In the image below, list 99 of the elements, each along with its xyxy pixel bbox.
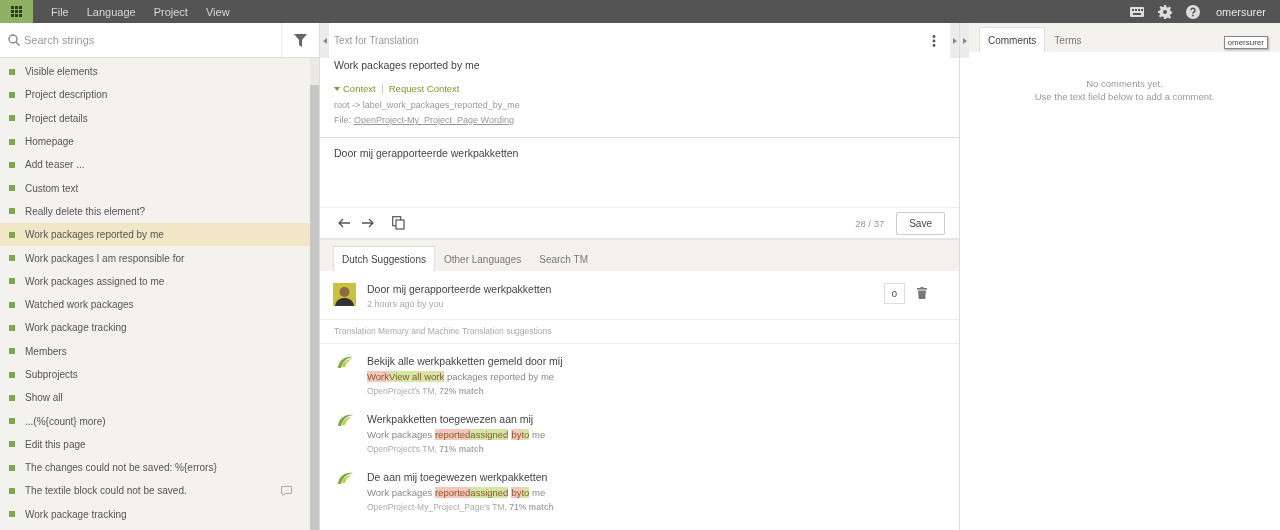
search-field[interactable]: Search strings	[0, 23, 281, 57]
string-label: Project description	[25, 89, 109, 101]
help-icon[interactable]	[1185, 4, 1200, 19]
caret-icon	[334, 86, 340, 91]
empty-message: No comments yet.	[1086, 78, 1163, 89]
scrollbar[interactable]	[310, 58, 319, 530]
string-label: Work package tracking	[25, 322, 128, 334]
tooltip: omersurer	[1223, 36, 1268, 49]
string-label: The changes could not be saved: %{errors}	[25, 462, 218, 474]
collapse-right-panel-handle[interactable]	[960, 23, 969, 58]
suggestion-source: OpenProject's TM, 72% match	[367, 386, 485, 396]
panel-title: Text for Translation	[334, 35, 419, 46]
next-button[interactable]	[362, 218, 374, 228]
diff-text: Work packages reportedassigned byto me	[367, 487, 547, 498]
string-label: Custom text	[25, 182, 80, 194]
previous-button[interactable]	[338, 218, 350, 228]
tm-heading: Translation Memory and Machine Translation suggestions	[320, 320, 959, 344]
string-label: Members	[25, 345, 68, 357]
suggestion-text[interactable]: De aan mij toegewezen werkpakketten	[367, 471, 945, 483]
string-label: The textile block could not be saved.	[25, 485, 188, 497]
string-item[interactable]: Members	[0, 339, 310, 363]
string-label: Work packages reported by me	[25, 229, 165, 241]
filter-icon	[294, 33, 307, 47]
menu-item[interactable]: Language	[85, 5, 137, 18]
suggestion-source: OpenProject-My_Project_Page's TM, 71% match	[367, 502, 555, 512]
menu-item[interactable]: Project	[152, 5, 189, 18]
suggestion-text: Door mij gerapporteerde werkpakketten	[367, 283, 553, 295]
string-item[interactable]: Work package tracking	[0, 316, 310, 340]
save-button[interactable]: Save	[896, 211, 945, 235]
string-item[interactable]: The textile block could not be saved.	[0, 479, 310, 503]
string-item[interactable]: Add teaser ...	[0, 153, 310, 177]
string-label: Really delete this element?	[25, 205, 147, 217]
delete-icon[interactable]	[917, 287, 927, 299]
keyboard-icon[interactable]	[1129, 6, 1144, 17]
menu-item[interactable]: File	[50, 5, 70, 18]
diff-text: Work packages reportedassigned byto me	[367, 429, 547, 440]
string-label: ...(%{count} more)	[25, 415, 107, 427]
string-label: Work packages assigned to me	[25, 275, 166, 287]
side-tab[interactable]: Terms	[1045, 27, 1091, 52]
string-item[interactable]: ...(%{count} more)	[0, 409, 310, 433]
empty-message: Use the text field below to add a comment.	[1034, 91, 1215, 102]
copy-source-button[interactable]	[392, 216, 405, 230]
leaf-logo-icon	[336, 355, 354, 369]
source-text: Work packages reported by me	[334, 59, 481, 71]
caret-icon	[322, 37, 327, 44]
more-icon[interactable]	[932, 34, 936, 47]
filter-button[interactable]	[281, 23, 319, 57]
user-avatar	[333, 283, 356, 306]
right-arrow-icon	[362, 218, 374, 228]
string-label: Work package tracking	[25, 508, 128, 520]
string-item[interactable]: Project description	[0, 83, 310, 107]
left-arrow-icon	[338, 218, 350, 228]
collapse-right-handle[interactable]	[950, 23, 959, 58]
suggestion-tab[interactable]: Other Languages	[434, 246, 531, 271]
string-item[interactable]: Homepage	[0, 129, 310, 154]
string-item[interactable]: Work packages I am responsible for	[0, 246, 310, 270]
settings-icon[interactable]	[1157, 4, 1172, 19]
string-item[interactable]: Watched work packages	[0, 292, 310, 317]
suggestion-source: OpenProject's TM, 71% match	[367, 444, 485, 454]
string-item[interactable]: Work packages assigned to me	[0, 269, 310, 293]
leaf-logo-icon	[336, 471, 354, 485]
menu-item[interactable]: View	[204, 5, 231, 18]
string-item[interactable]: Show all	[0, 386, 310, 410]
leaf-logo-icon	[336, 413, 354, 427]
string-label: Visible elements	[25, 66, 99, 78]
string-item[interactable]: Edit this page	[0, 432, 310, 457]
string-label: Work packages I am responsible for	[25, 252, 186, 264]
string-item[interactable]: Subprojects	[0, 362, 310, 387]
user-name[interactable]: omersurer	[1215, 5, 1266, 18]
side-tab[interactable]: Comments	[979, 27, 1046, 52]
grid-icon	[11, 6, 22, 17]
string-item[interactable]: Custom text	[0, 176, 310, 200]
string-label: Watched work packages	[25, 299, 135, 311]
string-label: Edit this page	[25, 438, 87, 450]
string-item[interactable]: Project details	[0, 106, 310, 130]
suggestion-text[interactable]: Bekijk alle werkpakketten gemeld door mij	[367, 355, 945, 367]
string-item[interactable]: The changes could not be saved: %{errors}	[0, 456, 310, 480]
string-item[interactable]: Work packages reported by me	[0, 223, 310, 247]
string-item[interactable]: Work package tracking	[0, 502, 310, 526]
string-item[interactable]: Visible elements	[0, 60, 310, 84]
suggestion-text[interactable]: Werkpakketten toegewezen aan mij	[367, 413, 945, 425]
diff-text: WorkView all work packages reported by me	[367, 371, 556, 382]
string-label: Show all	[25, 392, 64, 404]
collapse-left-handle[interactable]	[320, 23, 329, 58]
vote-count[interactable]: 0	[884, 283, 905, 304]
context-key: root -> label_work_packages_reported_by_me	[334, 100, 945, 110]
string-item[interactable]: Really delete this element?	[0, 199, 310, 224]
app-grid-button[interactable]	[0, 0, 33, 23]
file-label: File:	[334, 115, 351, 125]
progress-counter: 28 / 37	[855, 217, 885, 229]
string-label: Homepage	[25, 136, 75, 148]
suggestion-meta: 2 hours ago by you	[367, 299, 445, 309]
string-label: Subprojects	[25, 369, 79, 380]
suggestion-tab[interactable]: Dutch Suggestions	[333, 246, 435, 271]
string-label: Add teaser ...	[25, 159, 86, 171]
search-icon	[8, 34, 20, 46]
suggestion-tab[interactable]: Search TM	[530, 246, 597, 271]
copy-icon	[392, 216, 405, 230]
string-label: Project details	[25, 112, 89, 124]
